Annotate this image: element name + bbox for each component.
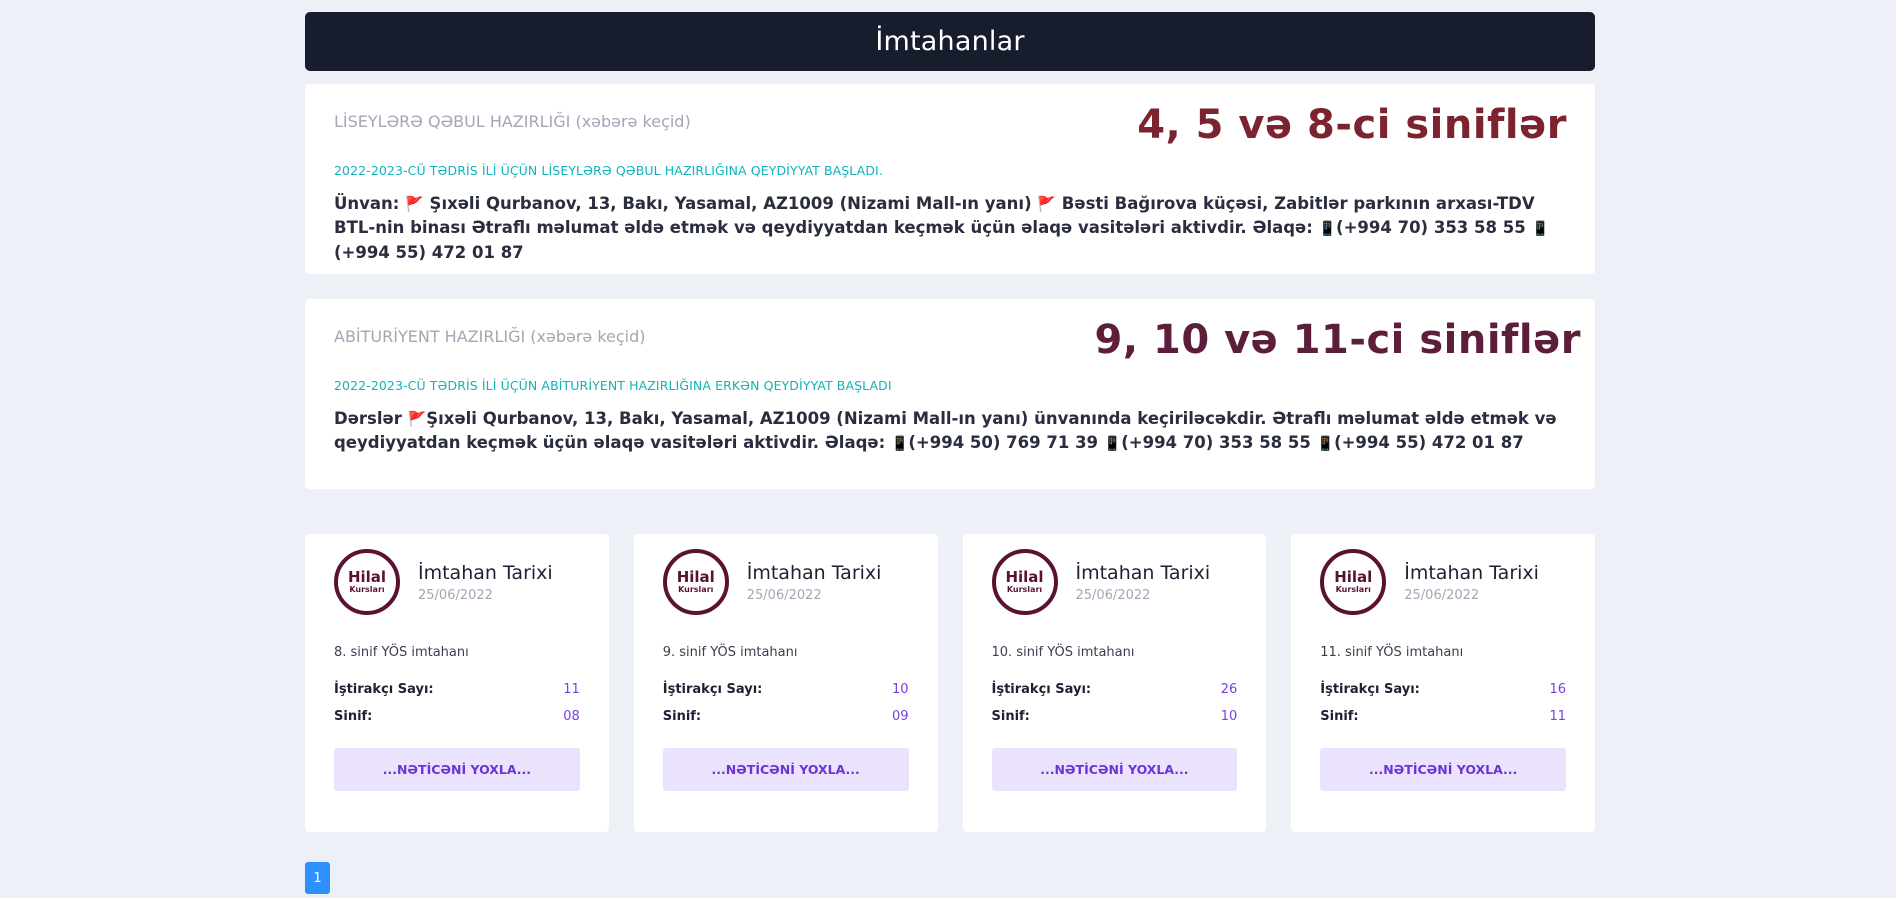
exam-date: 25/06/2022 [1404, 587, 1480, 603]
participants-label: İştirakçı Sayı: [1320, 682, 1420, 697]
hilal-logo: Hilal Kursları [991, 549, 1058, 615]
logo-text: Hilal [1334, 567, 1373, 586]
news-body-text: Şıxəli Qurbanov, 13, Bakı, Yasamal, AZ10… [423, 194, 1038, 213]
flag-icon: 🚩 [405, 195, 424, 213]
news-card-abituriyent: ABİTURİYENT HAZIRLIĞI (xəbərə keçid) 9, … [305, 299, 1595, 489]
exam-title: İmtahan Tarixi [418, 561, 553, 584]
exam-card-header: Hilal Kursları İmtahan Tarixi 25/06/2022 [991, 549, 1238, 615]
news-body-text: Ünvan: [334, 194, 406, 213]
phone-icon: 📱 [1531, 221, 1549, 237]
participants-label: İştirakçı Sayı: [662, 682, 763, 697]
phone-icon: 📱 [890, 436, 909, 452]
logo-subtext: Kursları [1006, 584, 1043, 594]
grade-row: Sinif: 10 [992, 709, 1238, 724]
news-body: Ünvan: 🚩 Şıxəli Qurbanov, 13, Bakı, Yasa… [334, 192, 1579, 265]
exam-date: 25/06/2022 [1075, 587, 1151, 603]
logo-text: Hilal [676, 567, 715, 586]
news-body: Dərslər 🚩Şıxəli Qurbanov, 13, Bakı, Yasa… [334, 407, 1579, 456]
exam-card: Hilal Kursları İmtahan Tarixi 25/06/2022… [1291, 534, 1595, 832]
news-grade-headline: 4, 5 və 8-ci siniflər [1137, 102, 1567, 148]
hilal-logo: Hilal Kursları [662, 549, 729, 615]
participants-row: İştirakçı Sayı: 11 [334, 682, 580, 697]
main-container: İmtahanlar LİSEYLƏRƏ QƏBUL HAZIRLIĞI (xə… [305, 12, 1595, 894]
participants-value: 26 [1220, 682, 1238, 697]
exam-date: 25/06/2022 [418, 587, 493, 603]
logo-subtext: Kursları [678, 584, 714, 594]
news-card-lisey: LİSEYLƏRƏ QƏBUL HAZIRLIĞI (xəbərə keçid)… [305, 84, 1595, 274]
logo-text: Hilal [347, 567, 387, 586]
participants-row: İştirakçı Sayı: 26 [992, 682, 1238, 697]
participants-label: İştirakçı Sayı: [991, 682, 1092, 697]
flag-icon: 🚩 [407, 410, 427, 428]
page-button-current[interactable]: 1 [305, 862, 330, 894]
news-grade-headline: 9, 10 və 11-ci siniflər [1094, 317, 1581, 363]
exam-card: Hilal Kursları İmtahan Tarixi 25/06/2022… [633, 534, 938, 832]
grade-label: Sinif: [991, 709, 1030, 724]
logo-text: Hilal [1005, 567, 1044, 586]
hilal-logo: Hilal Kursları [334, 549, 400, 615]
grade-label: Sinif: [662, 709, 702, 724]
phone-number: (+994 70) 353 58 55 [1336, 218, 1532, 237]
check-result-button[interactable]: ...NƏTİCƏNİ YOXLA... [662, 748, 909, 791]
grade-row: Sinif: 08 [334, 709, 580, 724]
phone-icon: 📱 [1318, 221, 1337, 237]
pagination: 1 [305, 862, 1595, 894]
flag-icon: 🚩 [1037, 195, 1057, 213]
exam-title: İmtahan Tarixi [746, 561, 882, 584]
exam-card: Hilal Kursları İmtahan Tarixi 25/06/2022… [962, 534, 1267, 832]
news-body-text: Dərslər [334, 409, 408, 428]
exam-card-header: Hilal Kursları İmtahan Tarixi 25/06/2022 [1320, 549, 1566, 615]
logo-subtext: Kursları [349, 584, 385, 594]
check-result-button[interactable]: ...NƏTİCƏNİ YOXLA... [1320, 748, 1566, 791]
grade-value: 11 [1549, 709, 1566, 724]
news-subtitle: 2022-2023-CÜ TƏDRİS İLİ ÜÇÜN ABİTURİYENT… [334, 378, 892, 393]
exam-title: İmtahan Tarixi [1404, 561, 1539, 584]
grade-label: Sinif: [1320, 709, 1359, 724]
exam-card-header: Hilal Kursları İmtahan Tarixi 25/06/2022 [334, 549, 580, 615]
exam-name: 9. sinif YÖS imtahanı [662, 645, 798, 660]
news-link[interactable]: ABİTURİYENT HAZIRLIĞI (xəbərə keçid) [334, 327, 646, 346]
page-title: İmtahanlar [875, 26, 1025, 57]
phone-number: (+994 70) 353 58 55 [1121, 433, 1317, 452]
grade-row: Sinif: 09 [663, 709, 909, 724]
participants-value: 10 [891, 682, 909, 697]
check-result-button[interactable]: ...NƏTİCƏNİ YOXLA... [991, 748, 1238, 791]
hilal-logo: Hilal Kursları [1320, 549, 1387, 615]
exam-name: 10. sinif YÖS imtahanı [991, 645, 1135, 660]
participants-row: İştirakçı Sayı: 10 [663, 682, 909, 697]
grade-value: 08 [563, 709, 580, 724]
logo-subtext: Kursları [1335, 584, 1371, 594]
phone-icon: 📱 [1103, 436, 1122, 452]
phone-icon: 📱 [1316, 436, 1335, 452]
grade-row: Sinif: 11 [1320, 709, 1566, 724]
news-link[interactable]: LİSEYLƏRƏ QƏBUL HAZIRLIĞI (xəbərə keçid) [334, 112, 691, 131]
participants-value: 11 [563, 682, 580, 697]
grade-value: 10 [1220, 709, 1238, 724]
grade-value: 09 [891, 709, 909, 724]
participants-label: İştirakçı Sayı: [334, 682, 434, 697]
phone-number: (+994 50) 769 71 39 [908, 433, 1104, 452]
exam-date: 25/06/2022 [746, 587, 822, 603]
page-title-bar: İmtahanlar [305, 12, 1595, 71]
check-result-button[interactable]: ...NƏTİCƏNİ YOXLA... [334, 748, 580, 791]
exam-card-header: Hilal Kursları İmtahan Tarixi 25/06/2022 [662, 549, 909, 615]
participants-value: 16 [1549, 682, 1566, 697]
phone-number: (+994 55) 472 01 87 [334, 243, 524, 262]
news-subtitle: 2022-2023-CÜ TƏDRİS İLİ ÜÇÜN LİSEYLƏRƏ Q… [334, 163, 883, 178]
exam-title: İmtahan Tarixi [1075, 561, 1211, 584]
phone-number: (+994 55) 472 01 87 [1334, 433, 1524, 452]
exam-name: 11. sinif YÖS imtahanı [1320, 645, 1464, 660]
participants-row: İştirakçı Sayı: 16 [1320, 682, 1566, 697]
exam-name: 8. sinif YÖS imtahanı [334, 645, 469, 660]
grade-label: Sinif: [334, 709, 373, 724]
exam-card-list: Hilal Kursları İmtahan Tarixi 25/06/2022… [305, 534, 1595, 832]
exam-card: Hilal Kursları İmtahan Tarixi 25/06/2022… [305, 534, 609, 832]
